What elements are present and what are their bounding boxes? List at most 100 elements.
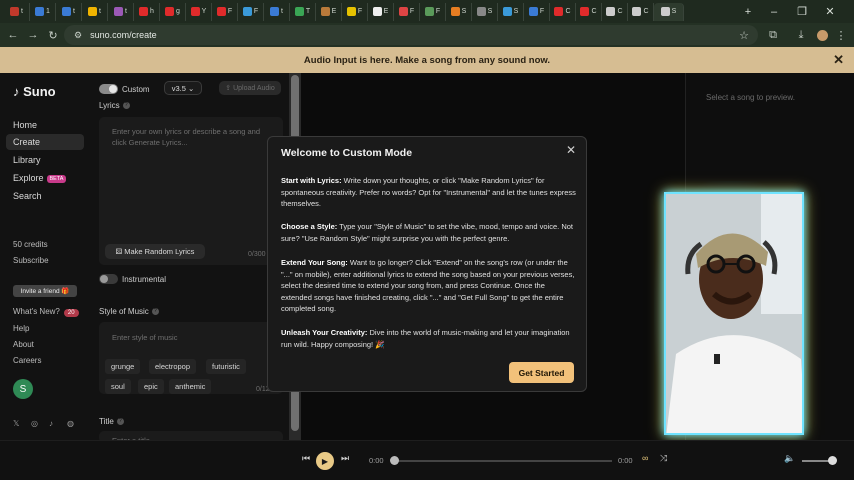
style-chip[interactable]: epic <box>138 379 164 394</box>
browser-tab[interactable]: S <box>654 2 684 21</box>
favicon-icon <box>554 7 564 16</box>
browser-tab[interactable]: t <box>56 2 82 21</box>
upload-audio-button[interactable]: ⇪ Upload Audio <box>219 81 281 95</box>
about-link[interactable]: About <box>13 340 34 349</box>
browser-tab[interactable]: t <box>4 2 30 21</box>
tab-title: E <box>331 8 337 15</box>
beta-badge: BETA <box>46 174 67 183</box>
browser-tab[interactable]: T <box>290 2 316 21</box>
version-select[interactable]: v3.5 ⌄ <box>164 81 202 95</box>
next-icon[interactable]: ⏭ <box>341 453 349 464</box>
nav-library[interactable]: Library <box>13 155 41 165</box>
browser-tab[interactable]: S <box>446 2 472 21</box>
invite-friend-button[interactable]: Invite a friend 🎁 <box>13 285 77 297</box>
user-avatar[interactable]: S <box>13 379 33 399</box>
sidebar: ♪ Suno Home Create Library Explore BETA S… <box>0 73 91 440</box>
tab-title: E <box>383 8 389 15</box>
help-icon[interactable]: ? <box>122 102 130 110</box>
subscribe-link[interactable]: Subscribe <box>13 256 49 265</box>
play-icon: ▶ <box>321 456 329 466</box>
discord-icon[interactable]: ◍ <box>67 419 74 428</box>
browser-tab[interactable]: t <box>82 2 108 21</box>
section-heading: Extend Your Song: <box>281 258 348 267</box>
browser-tab[interactable]: C <box>628 2 654 21</box>
tab-title: C <box>643 8 649 15</box>
nav-explore[interactable]: Explore BETA <box>13 173 67 183</box>
x-twitter-icon[interactable]: 𝕏 <box>13 419 19 428</box>
previous-icon[interactable]: ⏮ <box>302 453 310 464</box>
upload-icon: ⇪ <box>225 85 232 92</box>
style-placeholder: Enter style of music <box>112 333 178 342</box>
forward-icon[interactable]: → <box>22 24 44 46</box>
tiktok-icon[interactable]: ♪ <box>49 419 53 428</box>
instrumental-toggle[interactable] <box>99 274 118 284</box>
suno-logo[interactable]: ♪ Suno <box>13 84 56 99</box>
modal-section-creativity: Unleash Your Creativity: Dive into the w… <box>281 327 577 350</box>
volume-icon[interactable]: 🔈 <box>784 453 795 464</box>
address-bar[interactable]: ⚙ suno.com/create <box>64 25 758 45</box>
browser-tab[interactable]: Y <box>186 2 212 21</box>
nav-search[interactable]: Search <box>13 191 42 201</box>
back-icon[interactable]: ← <box>2 24 24 46</box>
site-info-icon[interactable]: ⚙ <box>74 30 82 41</box>
browser-tab[interactable]: S <box>472 2 498 21</box>
lyrics-textarea[interactable]: Enter your own lyrics or describe a song… <box>99 117 283 265</box>
browser-tab[interactable]: E <box>368 2 394 21</box>
banner-text[interactable]: Audio Input is here. Make a song from an… <box>304 55 550 66</box>
close-icon[interactable]: ✕ <box>833 52 844 68</box>
bookmark-star-icon[interactable]: ☆ <box>733 24 755 46</box>
browser-tab[interactable]: 1 <box>30 2 56 21</box>
favicon-icon <box>190 7 200 16</box>
close-window-icon[interactable]: ✕ <box>816 0 844 23</box>
browser-tab[interactable]: F <box>524 2 550 21</box>
browser-tab[interactable]: C <box>550 2 576 21</box>
nav-home[interactable]: Home <box>13 120 37 130</box>
browser-tab[interactable]: g <box>160 2 186 21</box>
browser-tab[interactable]: F <box>342 2 368 21</box>
style-chip[interactable]: anthemic <box>169 379 212 394</box>
browser-tab[interactable]: h <box>134 2 160 21</box>
browser-tab[interactable]: F <box>238 2 264 21</box>
help-link[interactable]: Help <box>13 324 29 333</box>
volume-handle[interactable] <box>828 456 837 465</box>
browser-tab[interactable]: S <box>498 2 524 21</box>
reload-icon[interactable]: ↻ <box>42 24 64 46</box>
browser-tab[interactable]: E <box>316 2 342 21</box>
new-tab-button[interactable]: + <box>734 0 762 23</box>
browser-tab[interactable]: F <box>212 2 238 21</box>
extensions-icon[interactable]: ⧉ <box>762 24 784 46</box>
browser-tab[interactable]: F <box>394 2 420 21</box>
make-random-lyrics-button[interactable]: ⚄ Make Random Lyrics <box>105 244 205 259</box>
style-chip[interactable]: futuristic <box>206 359 246 374</box>
get-started-button[interactable]: Get Started <box>509 362 574 383</box>
whats-new-link[interactable]: What's New? 20 <box>13 307 79 317</box>
seek-handle[interactable] <box>390 456 399 465</box>
favicon-icon <box>606 7 616 16</box>
download-icon[interactable]: ⤓ <box>790 24 812 46</box>
close-icon[interactable]: ✕ <box>566 143 576 157</box>
style-chip[interactable]: soul <box>105 379 131 394</box>
play-button[interactable]: ▶ <box>316 452 334 470</box>
maximize-icon[interactable]: ❐ <box>788 0 816 23</box>
style-chip[interactable]: electropop <box>149 359 197 374</box>
minimize-icon[interactable]: – <box>760 0 788 23</box>
loop-icon[interactable]: ∞ <box>642 453 648 463</box>
section-heading: Start with Lyrics: <box>281 176 342 185</box>
careers-link[interactable]: Careers <box>13 356 41 365</box>
browser-tab[interactable]: t <box>264 2 290 21</box>
time-current: 0:00 <box>369 456 384 465</box>
browser-tab[interactable]: C <box>576 2 602 21</box>
help-icon[interactable]: ? <box>116 418 124 426</box>
modal-section-extend: Extend Your Song: Want to go longer? Cli… <box>281 257 577 315</box>
seek-bar[interactable] <box>392 460 612 462</box>
shuffle-icon[interactable]: ⤨ <box>660 453 667 464</box>
browser-menu-icon[interactable]: ⋮ <box>830 24 852 46</box>
browser-tab[interactable]: t <box>108 2 134 21</box>
style-chip[interactable]: grunge <box>105 359 141 374</box>
help-icon[interactable]: ? <box>151 308 159 316</box>
nav-create[interactable]: Create <box>6 134 84 150</box>
browser-tab[interactable]: F <box>420 2 446 21</box>
browser-tab[interactable]: C <box>602 2 628 21</box>
instagram-icon[interactable]: ◎ <box>31 419 38 428</box>
custom-toggle[interactable] <box>99 84 118 94</box>
